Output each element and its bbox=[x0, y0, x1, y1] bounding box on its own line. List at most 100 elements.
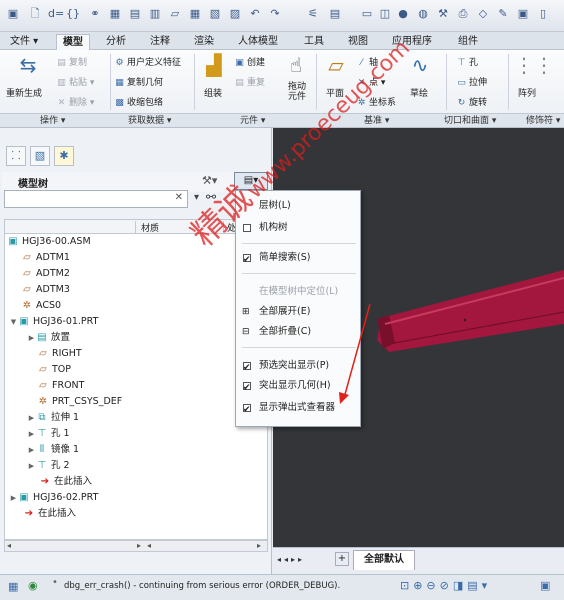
tree-horizontal-scrollbar[interactable]: ◂ ▸ ◂ ▸ bbox=[4, 540, 268, 552]
link-icon[interactable]: ⚭ bbox=[88, 7, 102, 21]
paste-button[interactable]: ▥ 粘贴 ▾ bbox=[56, 75, 94, 88]
scroll-right-icon[interactable]: ▸ bbox=[257, 541, 261, 550]
print-icon[interactable]: ⎙ bbox=[456, 7, 470, 21]
binoculars-icon[interactable]: ⚯ bbox=[206, 190, 216, 204]
tree-row[interactable]: ▱ ADTM3 bbox=[21, 282, 70, 298]
menu-item-layer-tree[interactable]: 层树(L) bbox=[236, 197, 360, 215]
expand-toggle-icon[interactable]: ▶ bbox=[27, 330, 36, 346]
settings-icon[interactable]: ⚒▾ bbox=[202, 174, 217, 187]
globe-icon[interactable]: ◉ bbox=[28, 579, 38, 592]
column-divider[interactable] bbox=[223, 221, 224, 233]
group-cut-surface[interactable]: 切口和曲面 ▾ bbox=[444, 114, 496, 128]
folder-icon[interactable]: ▧ bbox=[208, 7, 222, 21]
model-tree-tab[interactable]: ⸬ bbox=[6, 146, 26, 166]
tab-all-default[interactable]: 全部默认 bbox=[353, 550, 415, 570]
group-get-data[interactable]: 获取数据 ▾ bbox=[128, 114, 171, 128]
tree-row[interactable]: ▱ TOP bbox=[37, 362, 71, 378]
tab-nav-arrows-icon[interactable]: ◂◂▸▸ bbox=[277, 555, 305, 564]
tab-file[interactable]: 文件 ▾ bbox=[4, 34, 44, 50]
checkbox-icon[interactable] bbox=[243, 224, 251, 232]
tree-row[interactable]: ▱ ADTM2 bbox=[21, 266, 70, 282]
column-divider[interactable] bbox=[135, 221, 136, 233]
export-icon[interactable]: ▨ bbox=[228, 7, 242, 21]
create-button[interactable]: ▣ 创建 bbox=[234, 55, 265, 68]
scroll-right-icon[interactable]: ▸ bbox=[137, 541, 141, 550]
tab-tools[interactable]: 工具 bbox=[298, 34, 330, 50]
braces-icon[interactable]: {} bbox=[66, 7, 80, 21]
regenerate-button[interactable]: 重新生成 bbox=[6, 86, 42, 99]
expand-toggle-icon[interactable]: ▶ bbox=[27, 426, 36, 442]
user-feature-button[interactable]: ⚙ 用户定义特征 bbox=[114, 55, 181, 68]
scroll-left-icon[interactable]: ◂ bbox=[7, 541, 11, 550]
tree-row[interactable]: ▶ ▤ 放置 bbox=[27, 330, 70, 346]
close-doc-icon[interactable]: ▣ bbox=[516, 7, 530, 21]
group-component[interactable]: 元件 ▾ bbox=[240, 114, 265, 128]
expand-toggle-icon[interactable]: ▶ bbox=[27, 458, 36, 474]
pattern-button[interactable]: 阵列 bbox=[518, 86, 536, 99]
pattern-icon[interactable]: ⋮⋮ bbox=[514, 52, 554, 78]
shrinkwrap-button[interactable]: ▩ 收缩包络 bbox=[114, 95, 163, 108]
scroll-left-icon[interactable]: ◂ bbox=[147, 541, 151, 550]
assemble-icon[interactable]: ▟ bbox=[200, 52, 228, 78]
collapse-toggle-icon[interactable]: ▼ bbox=[9, 314, 18, 330]
filter-dropdown-icon[interactable]: ▾ bbox=[194, 192, 199, 203]
group-operations[interactable]: 操作 ▾ bbox=[40, 114, 65, 128]
group-datum[interactable]: 基准 ▾ bbox=[364, 114, 389, 128]
menu-item-popup-viewer[interactable]: 显示弹出式查看器 bbox=[236, 399, 360, 419]
checkbox-icon[interactable] bbox=[243, 401, 251, 419]
folder-open-icon[interactable]: ▭ bbox=[360, 7, 374, 21]
expand-toggle-icon[interactable]: ▶ bbox=[9, 490, 18, 506]
tree-show-menu-button[interactable]: ▤▾ bbox=[234, 172, 268, 190]
eraser-icon[interactable]: ◇ bbox=[476, 7, 490, 21]
copy-button[interactable]: ▤ 复制 bbox=[56, 55, 87, 68]
copy-geometry-button[interactable]: ▦ 复制几何 bbox=[114, 75, 163, 88]
paste-icon[interactable]: ▥ bbox=[148, 7, 162, 21]
plane-icon[interactable]: ▱ bbox=[322, 52, 350, 78]
menu-item-expand-all[interactable]: ⊞ 全部展开(E) bbox=[236, 303, 360, 321]
tree-row[interactable]: ▶ ⊤ 孔 1 bbox=[27, 426, 70, 442]
assemble-button[interactable]: 组装 bbox=[204, 86, 222, 99]
clear-search-icon[interactable]: ✕ bbox=[175, 192, 183, 203]
tree-row[interactable]: ▶ ⊤ 孔 2 bbox=[27, 458, 70, 474]
tool-icon[interactable]: ⚒ bbox=[436, 7, 450, 21]
tab-view[interactable]: 视图 bbox=[342, 34, 374, 50]
tree-row[interactable]: ▱ RIGHT bbox=[37, 346, 82, 362]
add-tab-button[interactable]: + bbox=[335, 552, 349, 566]
tab-annotate[interactable]: 注释 bbox=[144, 34, 176, 50]
tree-row[interactable]: ➔ 在此插入 bbox=[23, 506, 76, 522]
tab-applications[interactable]: 应用程序 bbox=[386, 34, 438, 50]
named-views-icon[interactable]: ▣ bbox=[540, 579, 550, 592]
extrude-button[interactable]: ▭ 拉伸 bbox=[456, 75, 487, 88]
expand-toggle-icon[interactable]: ▶ bbox=[27, 442, 36, 458]
regen-icon[interactable]: d= bbox=[48, 7, 64, 21]
new-file-icon[interactable]: 🗋 bbox=[28, 7, 42, 21]
tab-components[interactable]: 组件 bbox=[452, 34, 484, 50]
disk-icon[interactable]: ▦ bbox=[188, 7, 202, 21]
expand-toggle-icon[interactable]: ▶ bbox=[27, 410, 36, 426]
repeat-button[interactable]: ▤ 重复 bbox=[234, 75, 265, 88]
undo-icon[interactable]: ↶ bbox=[248, 7, 262, 21]
tab-manikin[interactable]: 人体模型 bbox=[232, 34, 284, 50]
tree-row[interactable]: ➔ 在此插入 bbox=[39, 474, 92, 490]
open-icon[interactable]: ▱ bbox=[168, 7, 182, 21]
tree-row[interactable]: ▼ ▣ HGJ36-01.PRT bbox=[9, 314, 99, 330]
menu-item-mechanism-tree[interactable]: 机构树 bbox=[236, 219, 360, 237]
csys-button[interactable]: ✲ 坐标系 bbox=[356, 95, 396, 108]
tree-row[interactable]: ▣ HGJ36-00.ASM bbox=[7, 234, 90, 250]
tab-analysis[interactable]: 分析 bbox=[100, 34, 132, 50]
grid-icon[interactable]: ▦ bbox=[8, 580, 18, 593]
tree-row[interactable]: ▶ ⧉ 拉伸 1 bbox=[27, 410, 79, 426]
plane-button[interactable]: 平面 bbox=[326, 86, 344, 99]
tree-icon[interactable]: ⚟ bbox=[306, 7, 320, 21]
menu-item-simple-search[interactable]: 简单搜索(S) bbox=[236, 249, 360, 269]
tree-row[interactable]: ▱ FRONT bbox=[37, 378, 84, 394]
axis-button[interactable]: ⁄ 轴 bbox=[356, 55, 378, 68]
sketch-button[interactable]: 草绘 bbox=[410, 86, 428, 99]
doc-icon[interactable]: ▯ bbox=[536, 7, 550, 21]
copy-icon[interactable]: ▤ bbox=[128, 7, 142, 21]
tree-row[interactable]: ▶ ⫴ 镜像 1 bbox=[27, 442, 79, 458]
revolve-button[interactable]: ↻ 旋转 bbox=[456, 95, 487, 108]
redo-icon[interactable]: ↷ bbox=[268, 7, 282, 21]
tree-row[interactable]: ✲ ACS0 bbox=[21, 298, 61, 314]
brush-icon[interactable]: ✎ bbox=[496, 7, 510, 21]
